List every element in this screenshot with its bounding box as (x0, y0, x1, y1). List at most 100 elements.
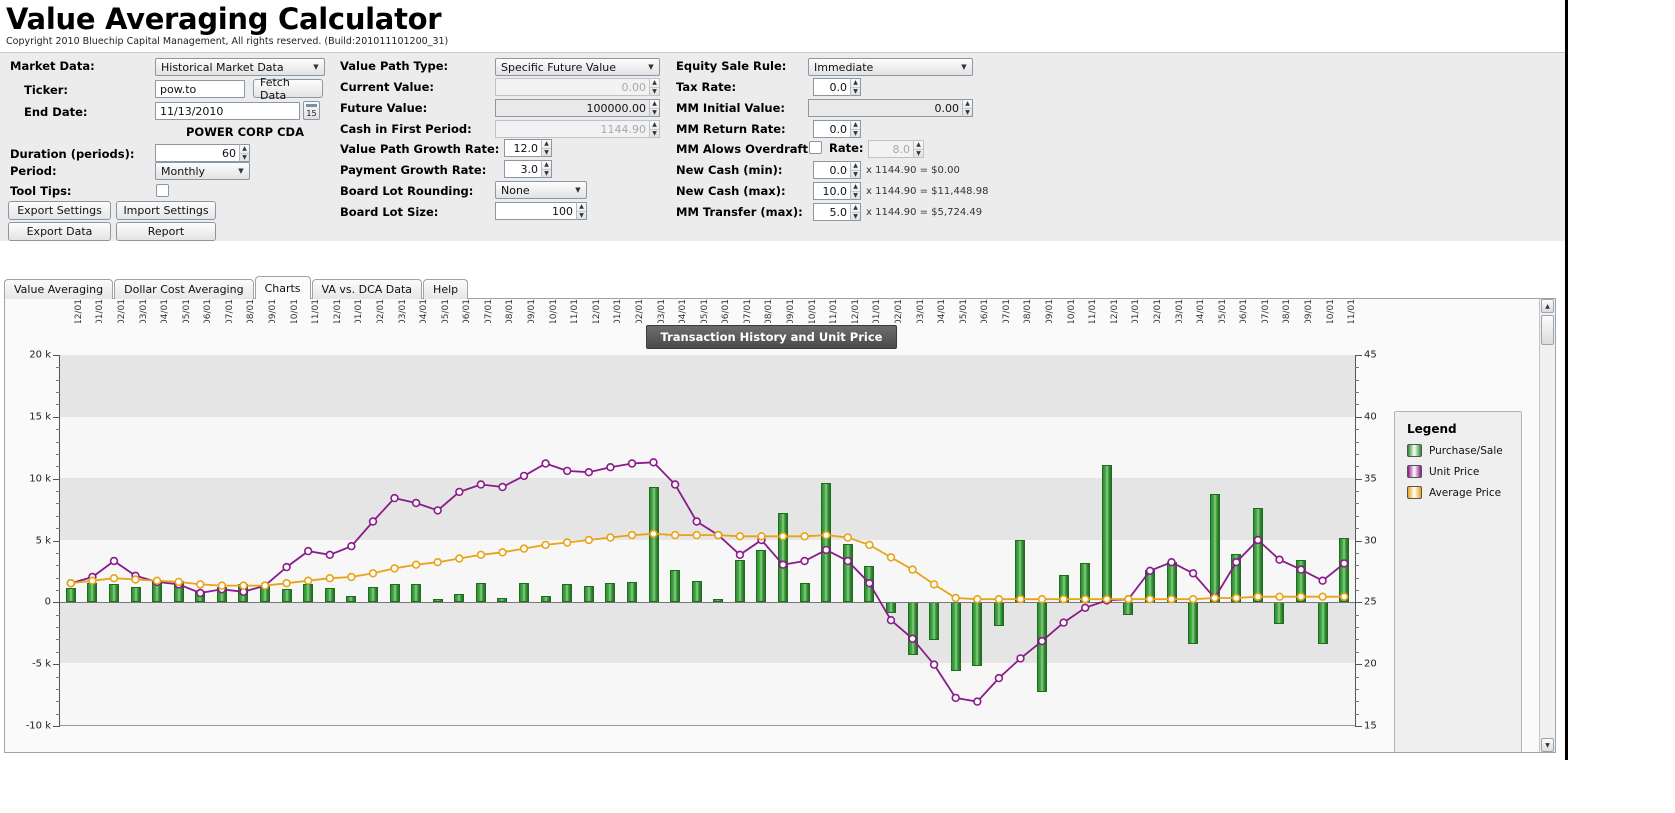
stepper-up-icon[interactable]: ▲ (851, 79, 860, 88)
stepper-up-icon[interactable]: ▲ (542, 140, 551, 149)
tax-rate-stepper[interactable]: 0.0 ▲ ▼ (813, 78, 861, 97)
stepper-up-icon[interactable]: ▲ (851, 121, 860, 130)
stepper-up-icon[interactable]: ▲ (240, 145, 249, 154)
stepper-up-icon[interactable]: ▲ (542, 161, 551, 170)
stepper-up-icon[interactable]: ▲ (851, 204, 860, 213)
mm-transfer-max-stepper[interactable]: 5.0 ▲ ▼ (813, 203, 861, 222)
stepper-up-icon[interactable]: ▲ (577, 203, 586, 212)
stepper-down-icon[interactable]: ▼ (914, 150, 923, 158)
value-path-growth-stepper[interactable]: 12.0 ▲ ▼ (504, 139, 552, 158)
stepper-down-icon[interactable]: ▼ (851, 213, 860, 221)
axis-minor-tick (1355, 441, 1359, 443)
stepper-arrows[interactable]: ▲ ▼ (649, 120, 660, 139)
stepper-arrows[interactable]: ▲ ▼ (649, 99, 660, 118)
stepper-down-icon[interactable]: ▼ (650, 130, 659, 138)
stepper-arrows[interactable]: ▲ ▼ (850, 182, 861, 201)
mm-overdraft-rate-label: Rate: (829, 141, 864, 156)
stepper-arrows[interactable]: ▲ ▼ (850, 78, 861, 97)
scrollbar-thumb[interactable] (1541, 315, 1554, 345)
stepper-arrows[interactable]: ▲ ▼ (962, 99, 973, 118)
new-cash-min-stepper[interactable]: 0.0 ▲ ▼ (813, 161, 861, 180)
period-select[interactable]: Monthly ▼ (155, 162, 250, 181)
stepper-down-icon[interactable]: ▼ (963, 109, 972, 117)
mm-overdraft-rate-stepper[interactable]: 8.0 ▲ ▼ (868, 140, 924, 159)
stepper-arrows[interactable]: ▲ ▼ (541, 160, 552, 179)
stepper-down-icon[interactable]: ▼ (542, 149, 551, 157)
tab-help[interactable]: Help (423, 279, 469, 299)
axis-tick-label: 45 (1364, 349, 1377, 361)
board-lot-rounding-select[interactable]: None ▼ (495, 181, 587, 200)
mm-initial-value-label: MM Initial Value: (676, 101, 786, 116)
equity-sale-rule-select[interactable]: Immediate ▼ (808, 58, 973, 77)
stepper-down-icon[interactable]: ▼ (577, 212, 586, 220)
mm-overdraft-checkbox[interactable] (809, 141, 822, 155)
x-axis-tick-label: 03/01/06 (138, 299, 149, 323)
tab-dollar-cost-averaging[interactable]: Dollar Cost Averaging (114, 279, 254, 299)
fetch-data-button[interactable]: Fetch Data (253, 76, 323, 102)
stepper-up-icon[interactable]: ▲ (963, 100, 972, 109)
import-settings-button[interactable]: Import Settings (116, 201, 216, 221)
board-lot-size-stepper[interactable]: 100 ▲ ▼ (495, 202, 587, 221)
axis-minor-tick (1355, 367, 1359, 369)
export-data-button[interactable]: Export Data (8, 222, 111, 242)
duration-stepper[interactable]: 60 ▲ ▼ (155, 144, 250, 163)
tooltips-checkbox[interactable] (156, 184, 169, 198)
stepper-up-icon[interactable]: ▲ (851, 162, 860, 171)
stepper-arrows[interactable]: ▲ ▼ (850, 161, 861, 180)
stepper-arrows[interactable]: ▲ ▼ (850, 120, 861, 139)
data-point-marker (455, 554, 464, 563)
current-value-stepper[interactable]: 0.00 ▲ ▼ (495, 78, 660, 97)
data-point-marker (1253, 592, 1263, 601)
axis-minor-tick (1355, 429, 1359, 431)
axis-tick-mark (1355, 726, 1362, 727)
board-lot-rounding-label: Board Lot Rounding: (340, 184, 474, 199)
stepper-arrows[interactable]: ▲ ▼ (649, 78, 660, 97)
mm-return-rate-stepper[interactable]: 0.0 ▲ ▼ (813, 120, 861, 139)
report-button[interactable]: Report (116, 222, 216, 242)
stepper-arrows[interactable]: ▲ ▼ (239, 144, 250, 163)
tab-va-vs-dca-data[interactable]: VA vs. DCA Data (311, 279, 423, 299)
stepper-down-icon[interactable]: ▼ (851, 130, 860, 138)
future-value-stepper[interactable]: 100000.00 ▲ ▼ (495, 99, 660, 118)
stepper-down-icon[interactable]: ▼ (542, 170, 551, 178)
stepper-up-icon[interactable]: ▲ (650, 121, 659, 130)
stepper-down-icon[interactable]: ▼ (851, 192, 860, 200)
stepper-down-icon[interactable]: ▼ (851, 88, 860, 96)
stepper-arrows[interactable]: ▲ ▼ (576, 202, 587, 221)
scroll-up-icon[interactable]: ▲ (1541, 299, 1554, 313)
stepper-up-icon[interactable]: ▲ (650, 79, 659, 88)
calendar-icon-button[interactable]: 15 (303, 101, 320, 121)
cash-first-period-stepper[interactable]: 1144.90 ▲ ▼ (495, 120, 660, 139)
export-settings-button[interactable]: Export Settings (8, 201, 111, 221)
market-data-select[interactable]: Historical Market Data ▼ (155, 58, 325, 77)
scroll-down-icon[interactable]: ▼ (1541, 738, 1554, 752)
axis-tick-label: 15 (1364, 720, 1377, 732)
stepper-up-icon[interactable]: ▲ (914, 141, 923, 150)
stepper-up-icon[interactable]: ▲ (650, 100, 659, 109)
ticker-input[interactable]: pow.to (155, 80, 245, 99)
x-axis-tick-label: 11/01/10 (1347, 299, 1358, 323)
stepper-down-icon[interactable]: ▼ (851, 171, 860, 179)
stepper-up-icon[interactable]: ▲ (851, 183, 860, 192)
new-cash-max-stepper[interactable]: 10.0 ▲ ▼ (813, 182, 861, 201)
data-point-marker (692, 517, 701, 526)
legend-swatch-icon (1407, 486, 1422, 499)
stepper-arrows[interactable]: ▲ ▼ (541, 139, 552, 158)
value-path-type-select[interactable]: Specific Future Value ▼ (495, 58, 660, 77)
tab-value-averaging[interactable]: Value Averaging (4, 279, 114, 299)
axis-minor-tick (1355, 676, 1359, 678)
payment-growth-stepper[interactable]: 3.0 ▲ ▼ (504, 160, 552, 179)
mm-initial-value-stepper[interactable]: 0.00 ▲ ▼ (808, 99, 973, 118)
stepper-down-icon[interactable]: ▼ (240, 154, 249, 162)
tab-charts[interactable]: Charts (254, 276, 311, 299)
mm-overdraft-label: MM Alows Overdraft: (676, 142, 813, 157)
new-cash-max-value: 10.0 (813, 182, 850, 201)
end-date-input[interactable]: 11/13/2010 (155, 102, 300, 121)
vertical-scrollbar[interactable]: ▲ ▼ (1539, 299, 1555, 752)
data-point-marker (390, 564, 399, 573)
stepper-down-icon[interactable]: ▼ (650, 109, 659, 117)
axis-tick-label: 40 (1364, 411, 1377, 423)
stepper-arrows[interactable]: ▲ ▼ (850, 203, 861, 222)
stepper-down-icon[interactable]: ▼ (650, 88, 659, 96)
stepper-arrows[interactable]: ▲ ▼ (913, 140, 924, 159)
